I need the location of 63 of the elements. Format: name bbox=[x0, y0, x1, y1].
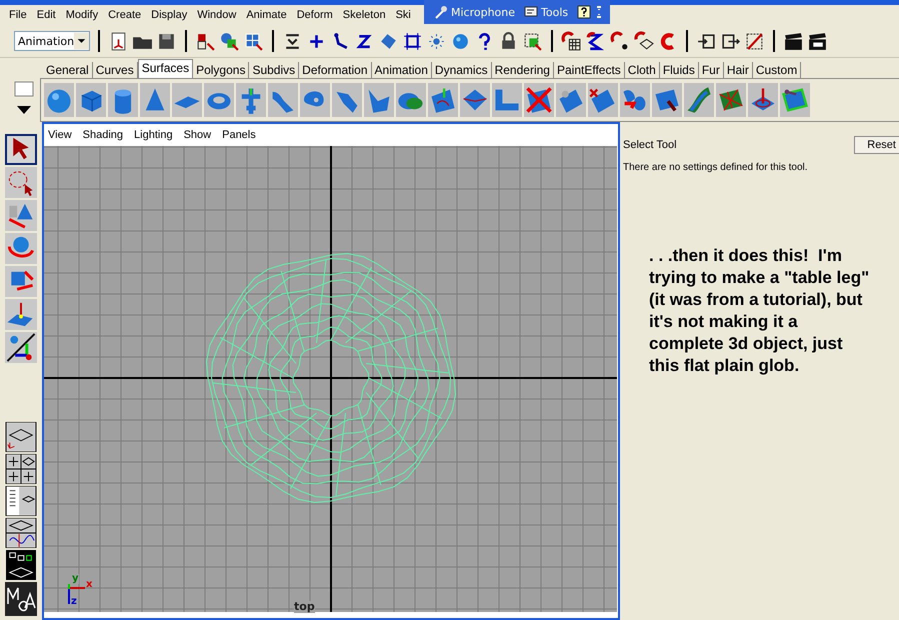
move-cone-icon[interactable] bbox=[5, 200, 37, 231]
panel-menu-item[interactable]: Panels bbox=[222, 129, 256, 141]
shelf-tab[interactable]: Animation bbox=[372, 62, 432, 78]
magnet-grid-icon[interactable] bbox=[561, 30, 582, 52]
menu-item[interactable]: Deform bbox=[292, 9, 338, 21]
tools-icon bbox=[524, 5, 538, 19]
tool-settings-title: Select Tool bbox=[623, 139, 677, 151]
menu-item[interactable]: Ski bbox=[390, 9, 416, 21]
magnet-surface-icon[interactable] bbox=[633, 30, 654, 52]
construction-history-icon[interactable] bbox=[744, 30, 765, 52]
select-mask-icon[interactable] bbox=[243, 30, 264, 52]
magnet-curve-icon[interactable] bbox=[585, 30, 606, 52]
axis-label: z bbox=[71, 597, 77, 607]
shelf-tab[interactable]: Curves bbox=[92, 62, 138, 78]
cube-icon[interactable] bbox=[76, 83, 106, 117]
panel-menu-item[interactable]: View bbox=[48, 129, 72, 141]
axis-label: y bbox=[72, 574, 79, 584]
axis-label: x bbox=[86, 580, 92, 590]
panel-menu-item[interactable]: Show bbox=[184, 129, 212, 141]
menu-item[interactable]: Window bbox=[192, 9, 242, 21]
menu-item[interactable]: File bbox=[4, 9, 32, 21]
tool-settings-message: There are no settings defined for this tool. bbox=[623, 162, 809, 173]
graph-layout-icon[interactable] bbox=[5, 518, 37, 548]
reset-button[interactable]: Reset bbox=[854, 136, 899, 154]
select-mask-icon[interactable] bbox=[219, 30, 240, 52]
help-icon[interactable] bbox=[577, 5, 592, 19]
menu-item[interactable]: Edit bbox=[32, 9, 61, 21]
cone-icon[interactable] bbox=[140, 83, 170, 117]
magnet-point-icon[interactable] bbox=[609, 30, 630, 52]
scale-cube-icon[interactable] bbox=[5, 266, 37, 297]
shelf-tab[interactable]: Surfaces bbox=[138, 59, 194, 78]
lasso-icon[interactable] bbox=[5, 167, 37, 198]
arrow-cursor-icon[interactable] bbox=[5, 134, 37, 165]
plane-icon[interactable] bbox=[172, 83, 202, 117]
single-pane-layout-icon[interactable] bbox=[5, 422, 37, 452]
microphone-icon bbox=[434, 5, 448, 19]
clapperboard-icon[interactable] bbox=[783, 30, 804, 52]
axis-indicator-icon bbox=[66, 582, 86, 606]
tools-button[interactable]: Tools bbox=[541, 6, 568, 18]
panel-menu-item[interactable]: Lighting bbox=[134, 129, 173, 141]
four-pane-layout-icon[interactable] bbox=[5, 454, 37, 484]
selection-icon[interactable] bbox=[522, 30, 543, 52]
hypergraph-layout-icon[interactable] bbox=[5, 550, 37, 580]
camera-label: top bbox=[294, 601, 315, 613]
annotation-text: . . .then it does this! I'm trying to make a "table leg" (it was from a tutorial), but it's not making it a complete 3d object, just this flat plain glob. bbox=[649, 245, 870, 377]
mode-dropdown[interactable]: Animation bbox=[14, 31, 90, 51]
microphone-button[interactable]: Microphone bbox=[451, 6, 516, 18]
shelf-tab[interactable]: Rendering bbox=[492, 62, 554, 78]
menu-item[interactable]: Skeleton bbox=[338, 9, 391, 21]
menu-item[interactable]: Display bbox=[146, 9, 192, 21]
menu-item[interactable]: Modify bbox=[60, 9, 104, 21]
surface-point-icon[interactable] bbox=[5, 299, 37, 330]
crossed-surface-icon[interactable] bbox=[524, 83, 554, 117]
cylinder-icon[interactable] bbox=[108, 83, 138, 117]
torus-icon[interactable] bbox=[204, 83, 234, 117]
manipulator-icon[interactable] bbox=[5, 332, 37, 363]
menu-item[interactable]: Create bbox=[103, 9, 146, 21]
menu-item[interactable]: Animate bbox=[241, 9, 292, 21]
clapperboard-icon[interactable] bbox=[807, 30, 828, 52]
logo-icon bbox=[5, 582, 37, 616]
panel-menu-item[interactable]: Shading bbox=[82, 129, 124, 141]
outliner-layout-icon[interactable] bbox=[5, 486, 37, 516]
frame-icon[interactable] bbox=[402, 30, 423, 52]
